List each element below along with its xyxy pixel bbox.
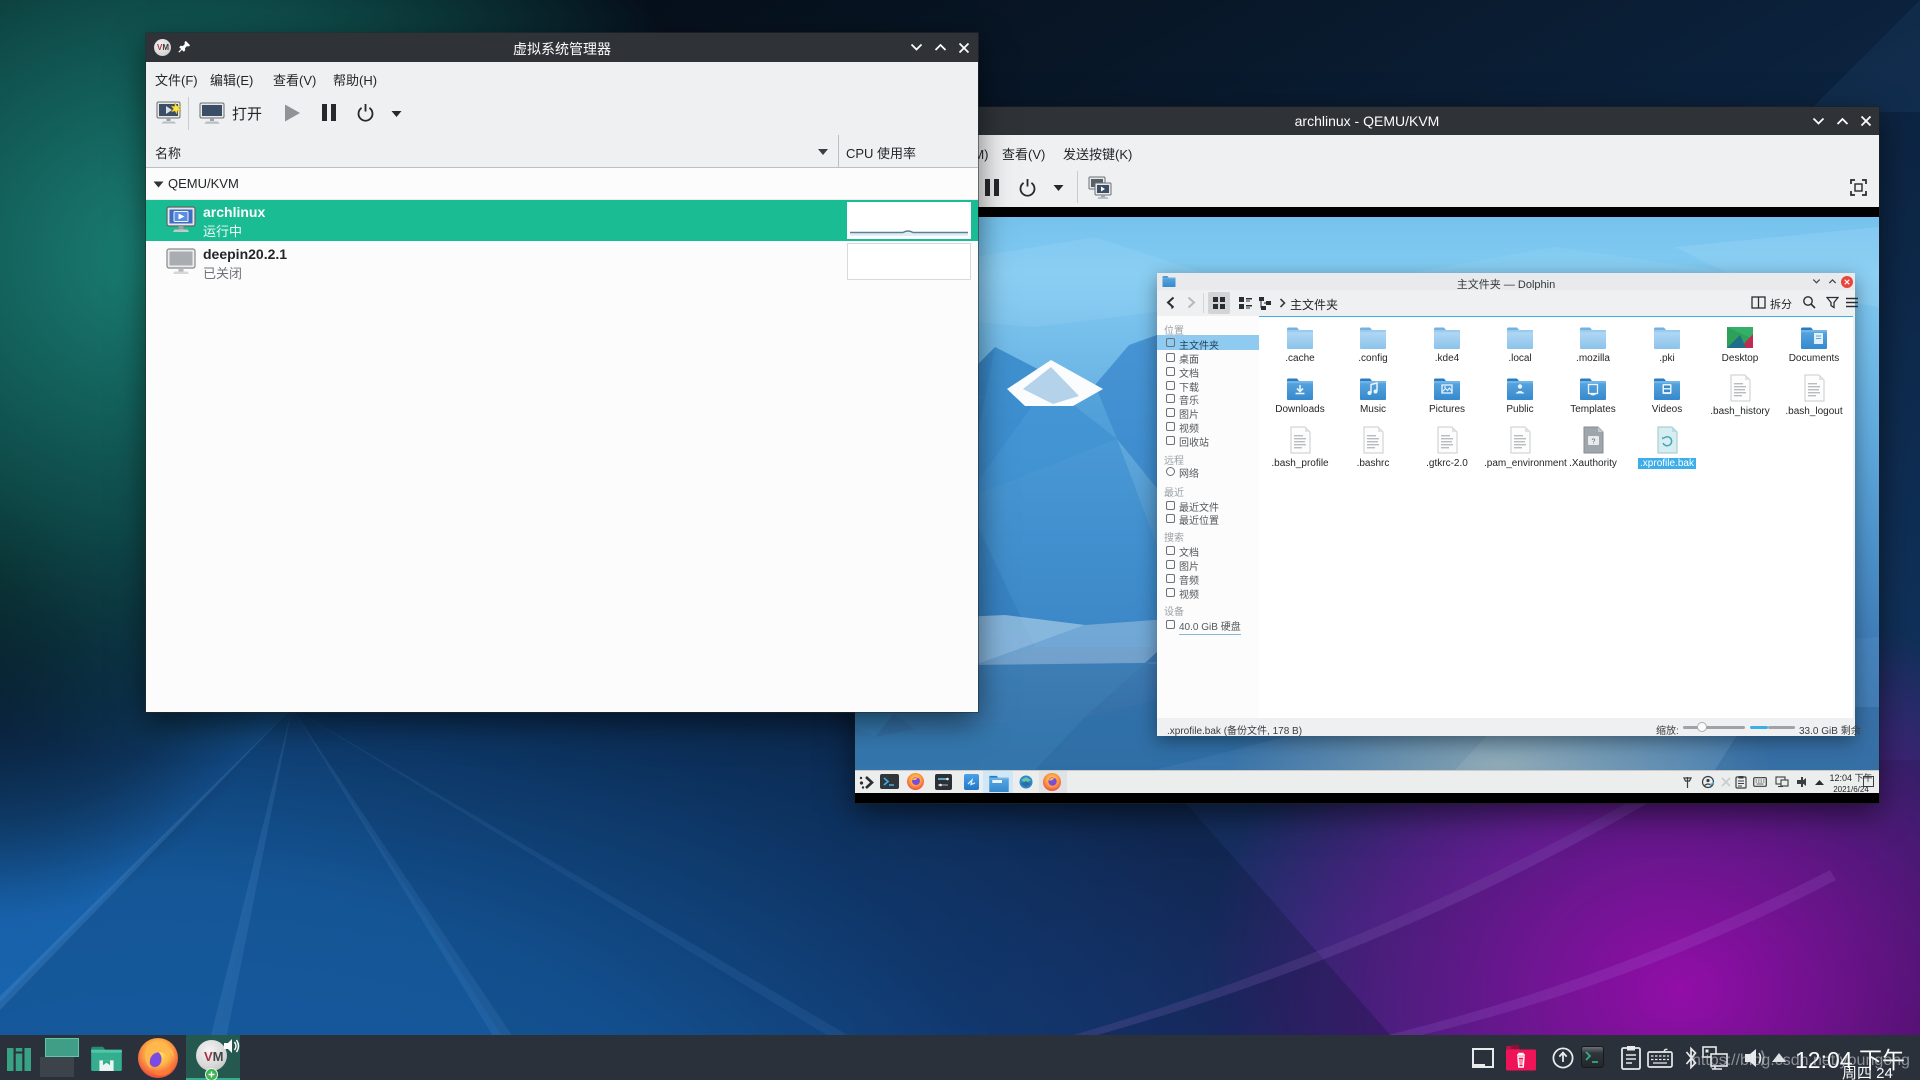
svg-text:?: ? (1591, 439, 1595, 446)
